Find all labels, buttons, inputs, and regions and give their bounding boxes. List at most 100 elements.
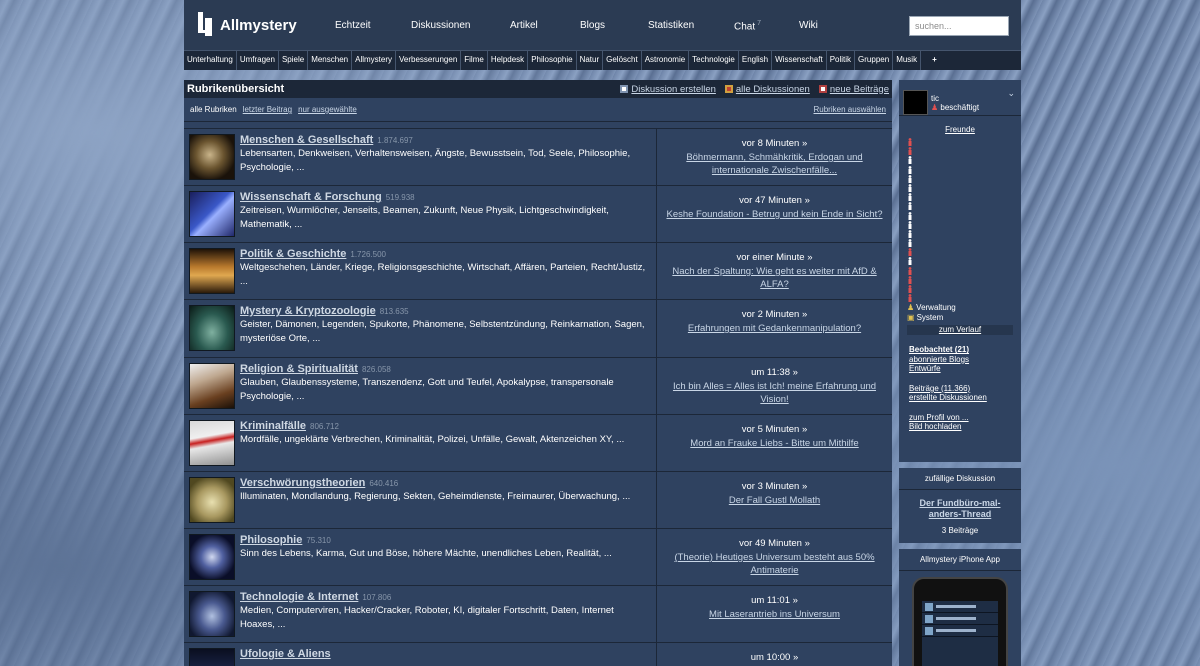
category-title[interactable]: Kriminalfälle xyxy=(240,420,306,432)
all-discussions-link[interactable]: alle Diskussionen xyxy=(724,84,810,95)
latest-post-link[interactable]: Böhmermann, Schmähkritik, Erdogan und in… xyxy=(665,151,884,177)
nav-artikel[interactable]: Artikel xyxy=(510,20,538,31)
category-item[interactable]: English xyxy=(739,51,773,70)
nav-statistiken[interactable]: Statistiken xyxy=(648,20,694,31)
category-item[interactable]: Filme xyxy=(461,51,488,70)
avatar[interactable] xyxy=(903,90,928,115)
category-thumbnail[interactable] xyxy=(189,648,235,666)
profile-link[interactable]: erstellte Diskussionen xyxy=(909,393,1011,403)
category-title[interactable]: Politik & Geschichte xyxy=(240,248,346,260)
friend-item[interactable] xyxy=(899,239,1021,248)
profile-link[interactable]: Entwürfe xyxy=(909,364,1011,374)
friend-item[interactable] xyxy=(899,193,1021,202)
category-thumbnail[interactable] xyxy=(189,477,235,523)
category-thumbnail[interactable] xyxy=(189,591,235,637)
nav-diskussionen[interactable]: Diskussionen xyxy=(411,20,470,31)
category-title[interactable]: Religion & Spiritualität xyxy=(240,363,358,375)
friend-item[interactable] xyxy=(899,257,1021,266)
friend-item[interactable] xyxy=(899,211,1021,221)
category-title[interactable]: Verschwörungstheorien xyxy=(240,477,365,489)
category-item[interactable]: Verbesserungen xyxy=(396,51,462,70)
category-item[interactable]: Spiele xyxy=(279,51,309,70)
profile-link[interactable]: Beobachtet (21) xyxy=(909,345,1011,355)
category-thumbnail[interactable] xyxy=(189,534,235,580)
latest-post-link[interactable]: Nach der Spaltung: Wie geht es weiter mi… xyxy=(665,265,884,291)
category-description: Zeitreisen, Wurmlöcher, Jenseits, Beamen… xyxy=(240,205,609,230)
tab-letzter-beitrag[interactable]: letzter Beitrag xyxy=(243,105,292,114)
nav-chat[interactable]: Chat 7 xyxy=(734,20,761,32)
profile-link[interactable]: Beiträge (11.366) xyxy=(909,384,1011,394)
latest-post-link[interactable]: Mord an Frauke Liebs - Bitte um Mithilfe xyxy=(665,437,884,450)
friend-item[interactable] xyxy=(899,266,1021,276)
select-categories-link[interactable]: Rubriken auswählen xyxy=(814,105,887,114)
latest-post-link[interactable]: Mit Laserantrieb ins Universum xyxy=(665,608,884,621)
category-item[interactable]: Unterhaltung xyxy=(184,51,237,70)
nav-echtzeit[interactable]: Echtzeit xyxy=(335,20,371,31)
latest-post-link[interactable]: Ich bin Alles = Alles ist Ich! meine Erf… xyxy=(665,380,884,406)
logo-icon[interactable] xyxy=(196,12,214,36)
latest-post-link[interactable]: Keshe Foundation - Betrug und kein Ende … xyxy=(665,208,884,221)
category-thumbnail[interactable] xyxy=(189,363,235,409)
category-title[interactable]: Mystery & Kryptozoologie xyxy=(240,305,376,317)
friend-item[interactable] xyxy=(899,184,1021,193)
friend-item[interactable] xyxy=(899,229,1021,239)
friend-item[interactable] xyxy=(899,147,1021,156)
category-title[interactable]: Technologie & Internet xyxy=(240,591,358,603)
category-item[interactable]: Astronomie xyxy=(642,51,690,70)
random-discussion-link[interactable]: Der Fundbüro-mal-anders-Thread xyxy=(899,490,1021,520)
latest-post-link[interactable]: Erfahrungen mit Gedankenmanipulation? xyxy=(665,322,884,335)
friends-title[interactable]: Freunde xyxy=(899,116,1021,138)
category-item[interactable]: Umfragen xyxy=(237,51,279,70)
friend-item[interactable] xyxy=(899,275,1021,285)
profile-link[interactable]: abonnierte Blogs xyxy=(909,355,1011,365)
category-item[interactable]: Helpdesk xyxy=(488,51,529,70)
tab-alle-rubriken[interactable]: alle Rubriken xyxy=(190,105,237,114)
category-title[interactable]: Philosophie xyxy=(240,534,302,546)
phone-image[interactable] xyxy=(899,571,1021,666)
friend-item[interactable] xyxy=(899,285,1021,294)
create-discussion-link[interactable]: Diskussion erstellen xyxy=(620,84,716,95)
friend-item[interactable] xyxy=(899,138,1021,147)
category-item[interactable]: Gelöscht xyxy=(603,51,642,70)
category-item[interactable]: Gruppen xyxy=(855,51,894,70)
friend-item[interactable] xyxy=(899,220,1021,230)
friend-item[interactable] xyxy=(899,165,1021,175)
profile-link[interactable]: zum Profil von ... xyxy=(909,413,1011,423)
category-text: Technologie & Internet 107.806 Medien, Com… xyxy=(240,591,651,637)
category-item[interactable]: Natur xyxy=(577,51,604,70)
category-post-count: 1.874.697 xyxy=(377,136,413,145)
logo-text[interactable]: Allmystery xyxy=(220,17,297,34)
friend-item[interactable] xyxy=(899,174,1021,184)
new-posts-link[interactable]: neue Beiträge xyxy=(818,84,889,95)
category-item[interactable]: Menschen xyxy=(308,51,353,70)
category-thumbnail[interactable] xyxy=(189,191,235,237)
nav-wiki[interactable]: Wiki xyxy=(799,20,818,31)
category-thumbnail[interactable] xyxy=(189,420,235,466)
latest-post-link[interactable]: Der Fall Gustl Mollath xyxy=(665,494,884,507)
category-item[interactable]: Technologie xyxy=(689,51,739,70)
category-item[interactable]: Philosophie xyxy=(528,51,577,70)
category-item[interactable]: Politik xyxy=(827,51,856,70)
latest-post-link[interactable]: (Theorie) Heutiges Universum besteht aus… xyxy=(665,551,884,577)
friend-item[interactable] xyxy=(899,248,1021,257)
category-item[interactable]: Musik xyxy=(893,51,922,70)
nav-blogs[interactable]: Blogs xyxy=(580,20,605,31)
category-title[interactable]: Ufologie & Aliens xyxy=(240,648,331,660)
category-item[interactable]: Allmystery xyxy=(352,51,396,70)
search-input[interactable] xyxy=(909,16,1009,36)
tab-nur-ausgewaehlte[interactable]: nur ausgewählte xyxy=(298,105,357,114)
category-title[interactable]: Wissenschaft & Forschung xyxy=(240,191,382,203)
category-thumbnail[interactable] xyxy=(189,248,235,294)
profile-links: Beobachtet (21) abonnierte Blogs Entwürfe B… xyxy=(899,335,1021,432)
category-title[interactable]: Menschen & Gesellschaft xyxy=(240,134,373,146)
friend-item[interactable] xyxy=(899,156,1021,165)
friend-item[interactable] xyxy=(899,202,1021,211)
category-thumbnail[interactable] xyxy=(189,305,235,351)
category-more-button[interactable]: + xyxy=(921,51,948,70)
history-link[interactable]: zum Verlauf xyxy=(907,325,1013,336)
chevron-down-icon[interactable]: ⌄ xyxy=(1007,88,1015,99)
profile-link[interactable]: Bild hochladen xyxy=(909,422,1011,432)
category-thumbnail[interactable] xyxy=(189,134,235,180)
friend-item[interactable] xyxy=(899,294,1021,303)
category-item[interactable]: Wissenschaft xyxy=(772,51,827,70)
